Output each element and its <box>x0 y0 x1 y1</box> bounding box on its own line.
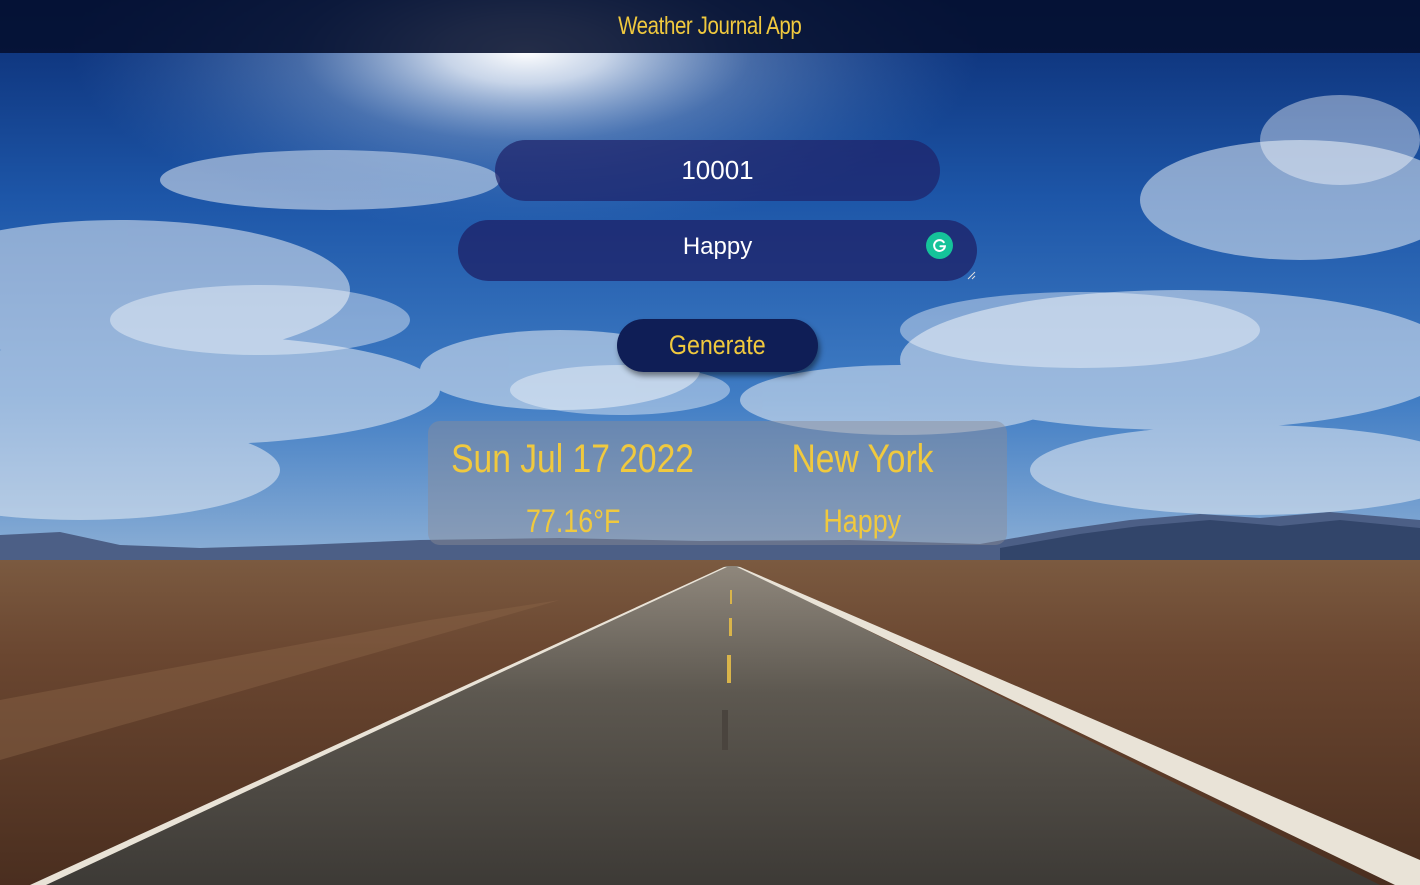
feelings-textarea[interactable]: Happy <box>458 220 977 281</box>
entry-date-text: Sun Jul 17 2022 <box>451 437 695 481</box>
entry-temp: 77.16°F <box>428 503 718 540</box>
grammarly-icon[interactable] <box>926 232 953 259</box>
entry-card: Sun Jul 17 2022 New York 77.16°F Happy <box>428 421 1007 545</box>
entry-temp-text: 77.16°F <box>525 503 621 539</box>
entry-content-text: Happy <box>823 503 902 539</box>
generate-button[interactable]: Generate <box>617 319 818 372</box>
header-bar: Weather Journal App <box>0 0 1420 53</box>
zip-input[interactable] <box>495 140 940 201</box>
resize-handle-icon[interactable] <box>967 271 976 280</box>
entry-content: Happy <box>718 503 1007 540</box>
entry-date: Sun Jul 17 2022 <box>428 437 718 482</box>
generate-button-label: Generate <box>669 330 766 360</box>
entry-city-text: New York <box>791 437 934 481</box>
page: Weather Journal App Happy Generate Sun J… <box>0 0 1420 885</box>
feelings-container: Happy <box>458 220 977 281</box>
entry-city: New York <box>718 437 1007 482</box>
app-title: Weather Journal App <box>618 12 802 40</box>
